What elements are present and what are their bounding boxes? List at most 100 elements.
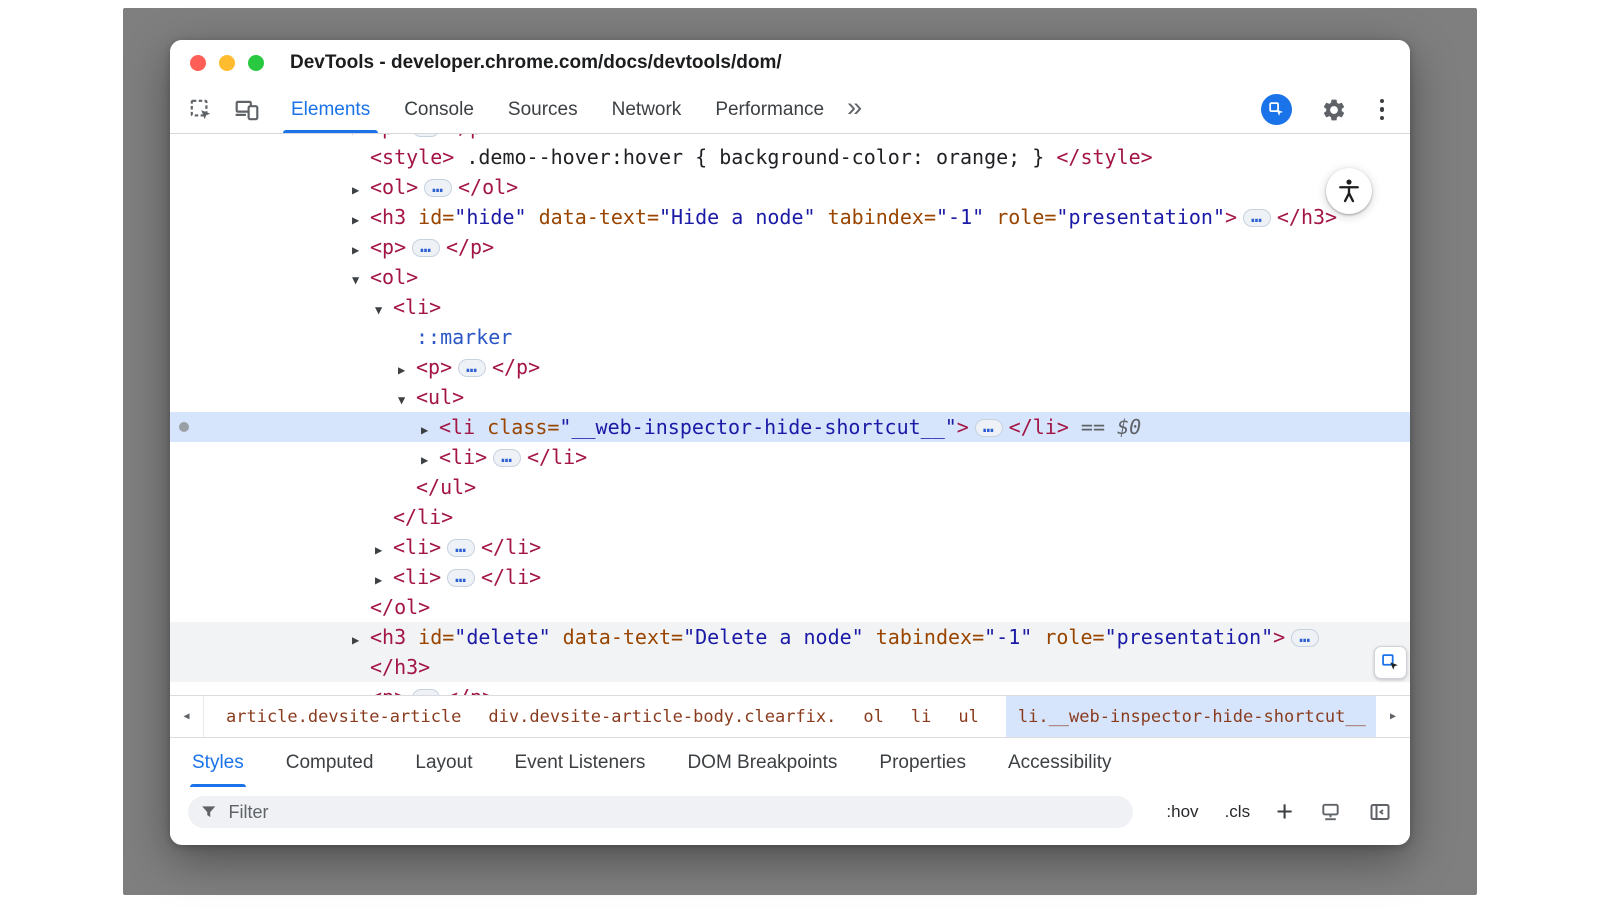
dom-tree-row[interactable]: ▶<li>…</li> [170,562,1410,592]
accessibility-button[interactable] [1326,168,1372,214]
breadcrumb-scroll-right-button[interactable]: ▶ [1376,696,1410,737]
expand-inline-button[interactable]: … [447,539,475,557]
tab-dom-breakpoints[interactable]: DOM Breakpoints [687,738,837,787]
expand-inline-button[interactable]: … [1291,629,1319,647]
expand-arrow-icon[interactable]: ▶ [421,445,439,475]
expand-arrow-icon[interactable]: ▶ [375,565,393,595]
code-token-tag: <p> [370,134,406,139]
dom-tree-row[interactable]: ▶<p>…</p> [170,232,1410,262]
dom-tree-row[interactable]: <style> .demo--hover:hover { background-… [170,142,1410,172]
code-token-attr: tabindex [864,625,972,649]
dom-tree-row[interactable]: ▼<ol> [170,262,1410,292]
dom-tree-row[interactable]: ▶<p>…</p> [170,682,1410,695]
tab-accessibility[interactable]: Accessibility [1008,738,1111,787]
code-token-tag: </ol> [370,595,430,619]
expand-inline-button[interactable]: … [493,449,521,467]
collapse-arrow-icon[interactable]: ▼ [375,295,393,325]
expand-arrow-icon[interactable]: ▶ [352,205,370,235]
breadcrumb-item[interactable]: li [911,696,931,737]
expand-arrow-icon[interactable]: ▶ [352,685,370,695]
dom-tree-row[interactable]: </li> [170,502,1410,532]
window-title: DevTools - developer.chrome.com/docs/dev… [290,52,782,74]
code-token-tag: <p> [370,235,406,259]
element-classes-button[interactable]: .cls [1225,802,1251,822]
inspect-element-button[interactable] [184,93,218,127]
dom-tree-row[interactable]: </ol> [170,592,1410,622]
sidebar-toggle-button[interactable] [1368,800,1392,824]
settings-button[interactable] [1317,93,1351,127]
new-style-rule-button[interactable]: + [1276,801,1293,823]
dom-tree-row[interactable]: ▶<p>…</p> [170,352,1410,382]
code-token-attr: role [984,205,1044,229]
breadcrumb-item[interactable]: li.__web-inspector-hide-shortcut__ [1006,696,1376,737]
tab-sources[interactable]: Sources [491,86,595,133]
dom-tree-row[interactable]: ▶<li class="__web-inspector-hide-shortcu… [170,412,1410,442]
collapse-arrow-icon[interactable]: ▼ [398,385,416,415]
expand-inline-button[interactable]: … [975,419,1003,437]
more-panels-button[interactable]: » [841,86,872,133]
breadcrumb-item[interactable]: article.devsite-article [226,696,461,737]
dom-tree-row[interactable]: ▼<ul> [170,382,1410,412]
code-token-tag: <li> [393,535,441,559]
tab-event-listeners[interactable]: Event Listeners [514,738,645,787]
dom-tree-row[interactable]: ▶<li>…</li> [170,532,1410,562]
code-token-attr: data-text [527,205,647,229]
dom-tree-row[interactable]: ▼<li> [170,292,1410,322]
expand-inline-button[interactable]: … [1243,209,1271,227]
expand-arrow-icon[interactable]: ▶ [398,355,416,385]
code-token-tag: </li> [1009,415,1069,439]
dom-tree-row[interactable]: ▶<p>…</p> [170,134,1410,142]
dom-tree-row[interactable]: </ul> [170,472,1410,502]
dom-tree-row[interactable]: ▶<li>…</li> [170,442,1410,472]
expand-arrow-icon[interactable]: ▶ [352,625,370,655]
code-token-tag: </li> [481,565,541,589]
code-token-tag: <h3 [370,625,406,649]
filter-input[interactable] [226,801,1121,824]
expand-inline-button[interactable]: … [458,359,486,377]
dom-tree-row[interactable]: ::marker [170,322,1410,352]
code-token-tag: </li> [527,445,587,469]
code-token-val: "-1" [984,625,1032,649]
more-options-button[interactable] [1376,95,1389,125]
tab-performance[interactable]: Performance [698,86,841,133]
tab-properties[interactable]: Properties [879,738,966,787]
monitor-icon [1319,801,1342,824]
expand-arrow-icon[interactable]: ▶ [352,175,370,205]
dom-tree-row[interactable]: ▶<h3 id="delete" data-text="Delete a nod… [170,622,1410,652]
device-toolbar-button[interactable] [230,93,264,127]
tab-console[interactable]: Console [387,86,491,133]
code-token-tag: </p> [446,134,494,139]
breadcrumb-scroll-left-button[interactable]: ◀ [170,696,204,737]
floating-inspect-button[interactable] [1374,646,1407,679]
expand-inline-button[interactable]: … [412,134,440,137]
close-window-button[interactable] [190,55,206,71]
code-token-attr: data-text [551,625,671,649]
expand-inline-button[interactable]: … [424,179,452,197]
monitor-button[interactable] [1319,801,1342,824]
expand-arrow-icon[interactable]: ▶ [352,235,370,265]
toggle-element-state-button[interactable]: :hov [1166,802,1198,822]
tab-network[interactable]: Network [595,86,699,133]
code-token-op: = [1044,205,1056,229]
expand-inline-button[interactable]: … [447,569,475,587]
dom-tree-row[interactable]: ▶<ol>…</ol> [170,172,1410,202]
inspect-mode-button[interactable] [1261,94,1292,125]
tab-computed[interactable]: Computed [286,738,374,787]
breadcrumb-item[interactable]: div.devsite-article-body.clearfix. [488,696,836,737]
expand-inline-button[interactable]: … [412,239,440,257]
collapse-arrow-icon[interactable]: ▼ [352,265,370,295]
dom-tree-row[interactable]: </h3> [170,652,1410,682]
device-toolbar-icon [234,97,260,123]
zoom-window-button[interactable] [248,55,264,71]
tab-elements[interactable]: Elements [274,86,387,133]
minimize-window-button[interactable] [219,55,235,71]
code-token-tag: > [1225,205,1237,229]
dom-tree-row[interactable]: ▶<h3 id="hide" data-text="Hide a node" t… [170,202,1410,232]
expand-arrow-icon[interactable]: ▶ [375,535,393,565]
expand-arrow-icon[interactable]: ▶ [421,415,439,445]
tab-layout[interactable]: Layout [415,738,472,787]
breadcrumb-item[interactable]: ol [863,696,883,737]
breadcrumb-item[interactable]: ul [958,696,978,737]
styles-toolbar-buttons: :hov .cls + [1166,800,1392,824]
tab-styles[interactable]: Styles [192,738,244,787]
